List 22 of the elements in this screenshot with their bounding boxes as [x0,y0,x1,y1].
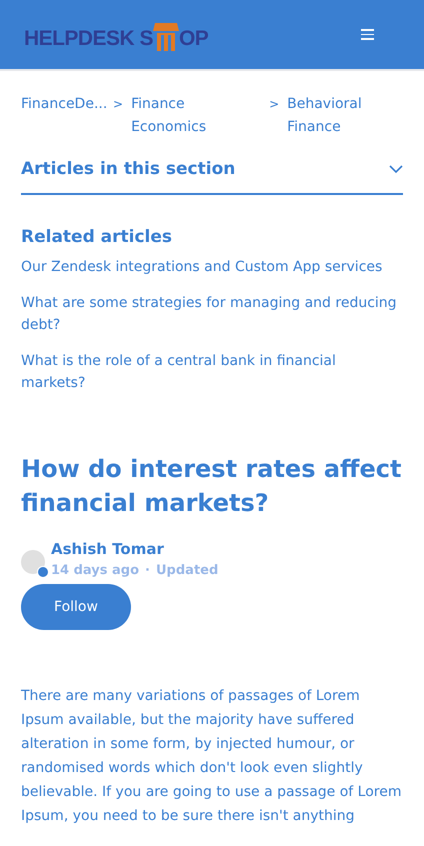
updated-label: Updated [156,562,218,580]
chevron-down-icon [389,165,403,174]
shop-icon [152,20,179,52]
section-heading: Related articles [21,226,174,248]
breadcrumb-link[interactable]: Finance Economics [131,93,262,139]
author-name[interactable]: Ashish Tomar [51,538,218,560]
article-link[interactable]: What is the role of a central bank in financial markets? [21,350,403,394]
breadcrumb-link[interactable]: FinanceDe... [21,93,105,139]
article-link[interactable]: Our Zendesk integrations and Custom App services [21,256,403,278]
breadcrumb-separator: > [269,96,280,113]
article-body: There are many variations of passages of Lorem Ipsum available, but the majority have suffered alteration in some form, by injected humour, or randomised words which don't look even slightly believable. If you are going to use a passage of Lorem Ipsum, you need to be sure there isn't anything [21,687,402,826]
breadcrumb-link[interactable]: Behavioral Finance [287,93,398,139]
article-link[interactable]: What are some strategies for managing and reducing debt? [21,292,403,336]
separator: · [145,562,150,580]
breadcrumb-separator: > [113,96,124,113]
logo-text: OP [178,28,208,48]
timestamp: 14 days ago [51,562,140,580]
follow-button[interactable]: Follow [21,584,131,630]
section-toggle[interactable]: Articles in this section [21,157,403,194]
menu-icon[interactable] [361,29,374,40]
article-title: How do interest rates affect financial markets? [21,454,402,519]
logo-text: HELPDESK S [24,28,153,48]
